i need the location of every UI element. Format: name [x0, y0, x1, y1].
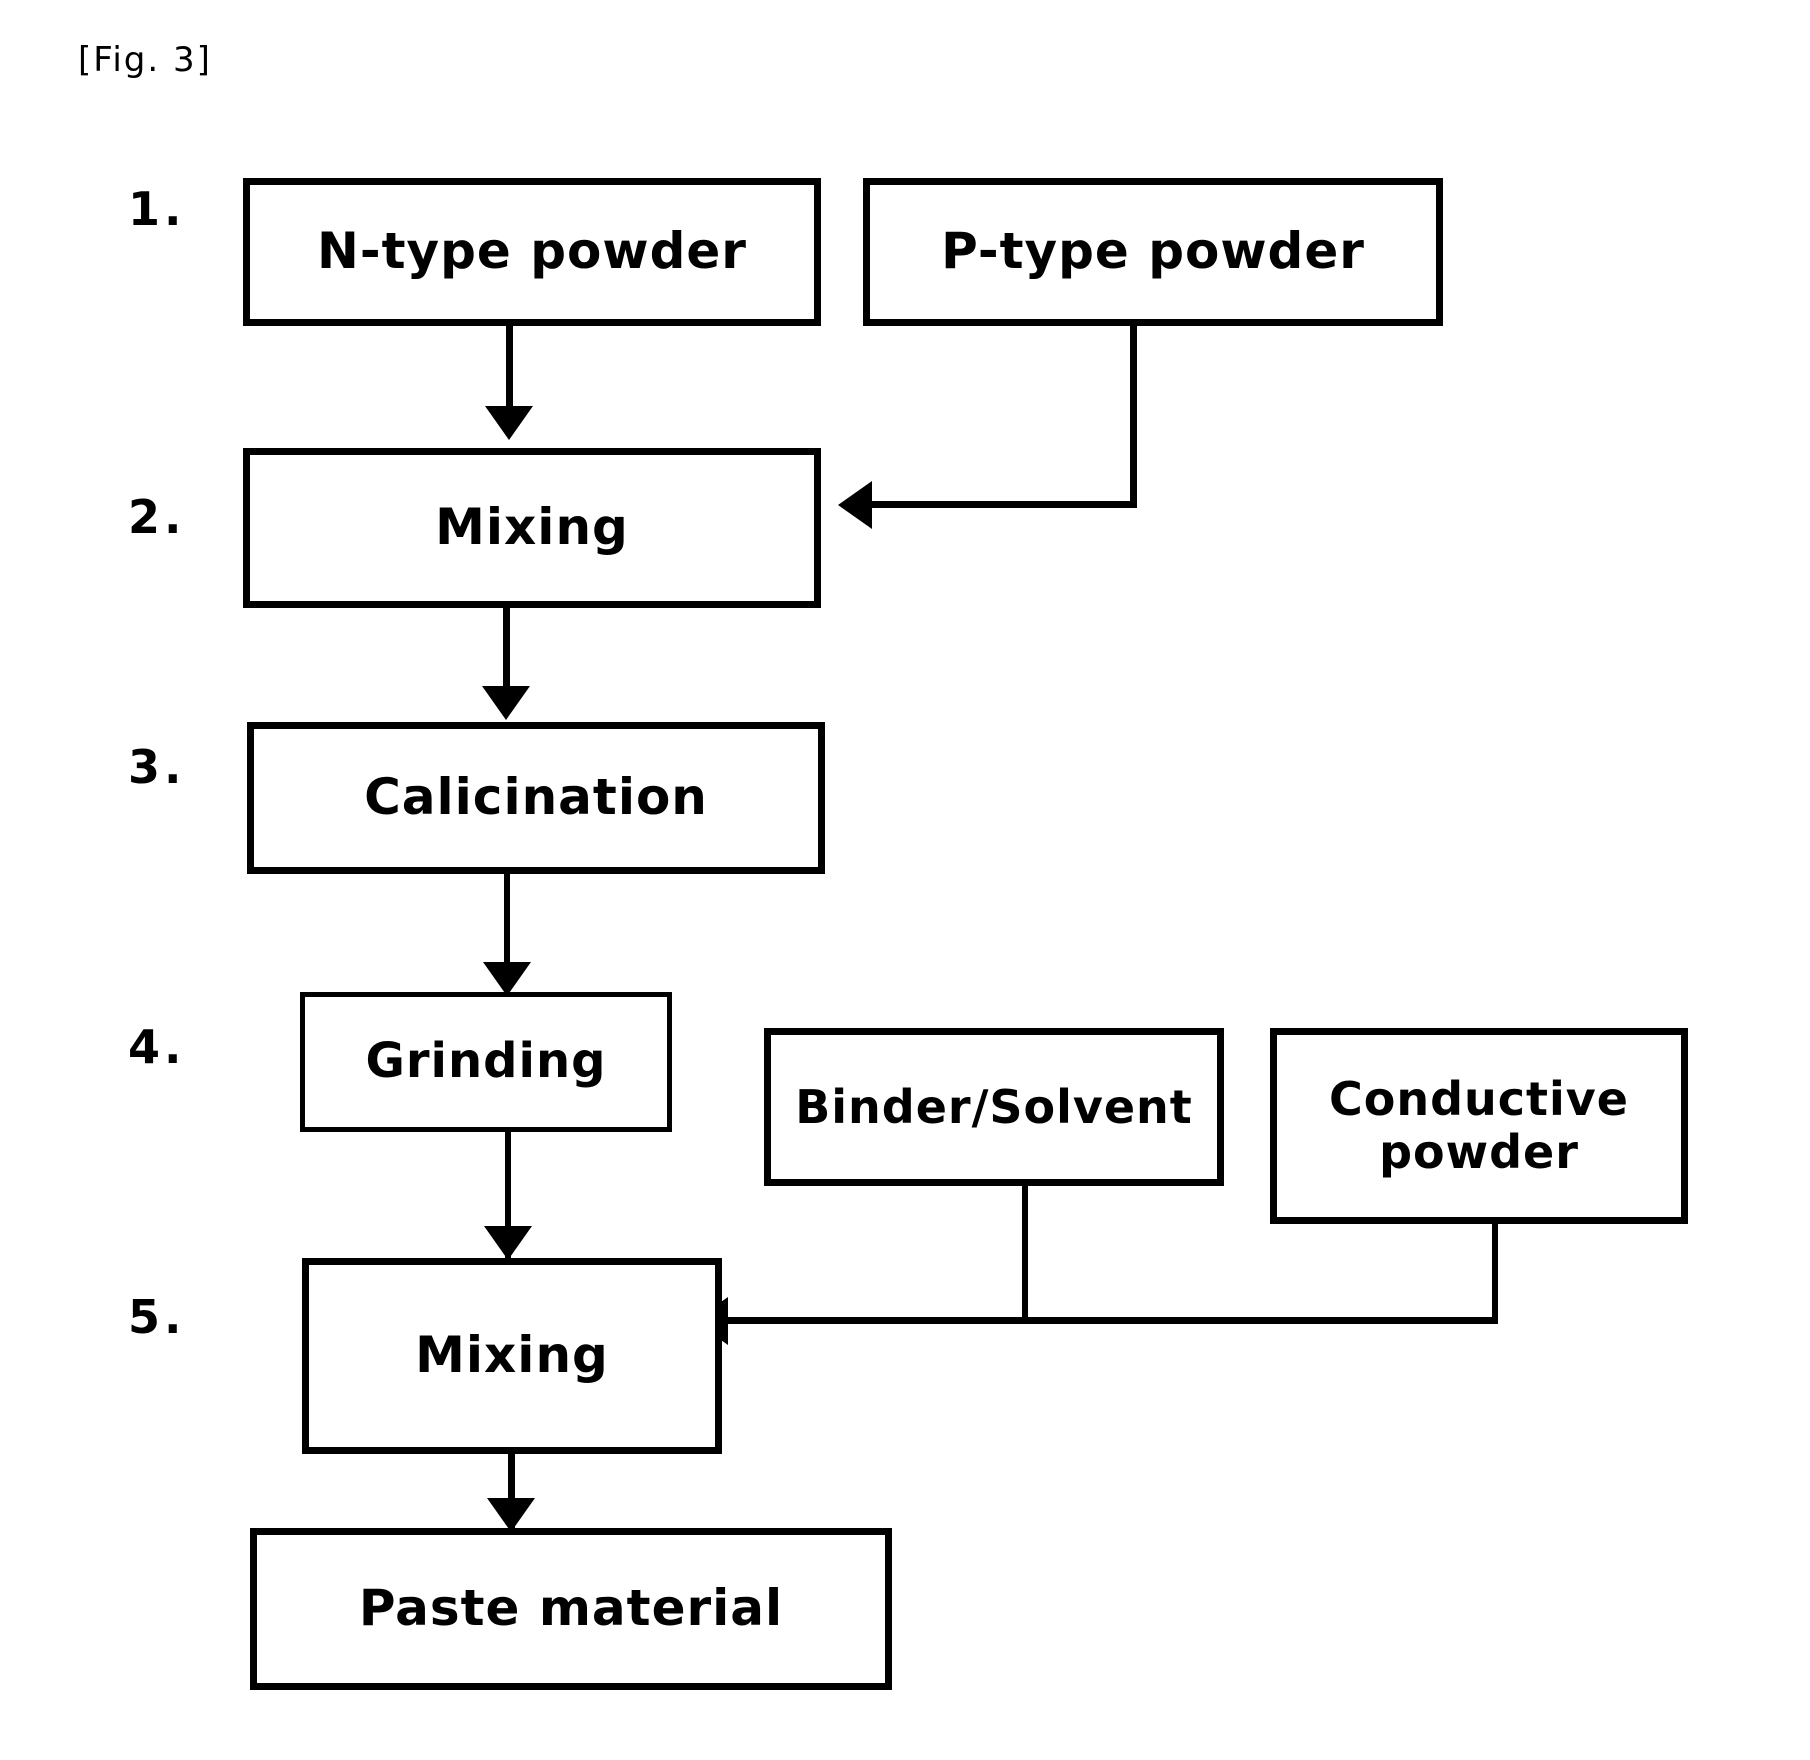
node-grinding-label: Grinding — [365, 1033, 607, 1090]
node-paste-material[interactable]: Paste material — [250, 1528, 892, 1690]
node-mixing-2[interactable]: Mixing — [302, 1258, 722, 1454]
node-p-type-powder-label: P-type powder — [941, 222, 1365, 281]
node-paste-material-label: Paste material — [358, 1579, 784, 1638]
figure-canvas: [Fig. 3] 1. 2. 3. 4. 5. N-type powder P-… — [0, 0, 1810, 1760]
arrowhead-ptype-to-mixing1 — [838, 481, 872, 529]
arrowhead-calicination-to-grinding — [483, 962, 531, 996]
step-number-2: 2. — [128, 490, 186, 544]
node-calicination[interactable]: Calicination — [247, 722, 825, 874]
connector-ntype-to-mixing1 — [506, 326, 513, 412]
arrowhead-grinding-to-mixing2 — [484, 1226, 532, 1260]
node-mixing-1[interactable]: Mixing — [243, 448, 821, 608]
arrowhead-mixing1-to-calicination — [482, 686, 530, 720]
node-n-type-powder-label: N-type powder — [317, 222, 747, 281]
node-mixing-2-label: Mixing — [415, 1326, 609, 1385]
node-n-type-powder[interactable]: N-type powder — [243, 178, 821, 326]
node-calicination-label: Calicination — [364, 768, 708, 827]
connector-conductive-vertical — [1492, 1224, 1498, 1318]
connector-binder-vertical — [1022, 1186, 1028, 1318]
step-number-3: 3. — [128, 740, 186, 794]
arrowhead-ntype-to-mixing1 — [485, 406, 533, 440]
step-number-5: 5. — [128, 1290, 186, 1344]
figure-label: [Fig. 3] — [78, 40, 212, 80]
connector-ptype-horizontal — [870, 501, 1136, 508]
node-binder-solvent-label: Binder/Solvent — [795, 1079, 1193, 1134]
node-grinding[interactable]: Grinding — [300, 992, 672, 1132]
node-mixing-1-label: Mixing — [435, 498, 629, 557]
step-number-4: 4. — [128, 1020, 186, 1074]
node-p-type-powder[interactable]: P-type powder — [863, 178, 1443, 326]
connector-bus-to-mixing2 — [726, 1317, 1498, 1324]
step-number-1: 1. — [128, 182, 186, 236]
connector-ptype-vertical — [1130, 326, 1137, 508]
node-conductive-powder[interactable]: Conductive powder — [1270, 1028, 1688, 1224]
node-binder-solvent[interactable]: Binder/Solvent — [764, 1028, 1224, 1186]
node-conductive-powder-label: Conductive powder — [1329, 1072, 1629, 1179]
arrowhead-mixing2-to-paste — [487, 1498, 535, 1532]
